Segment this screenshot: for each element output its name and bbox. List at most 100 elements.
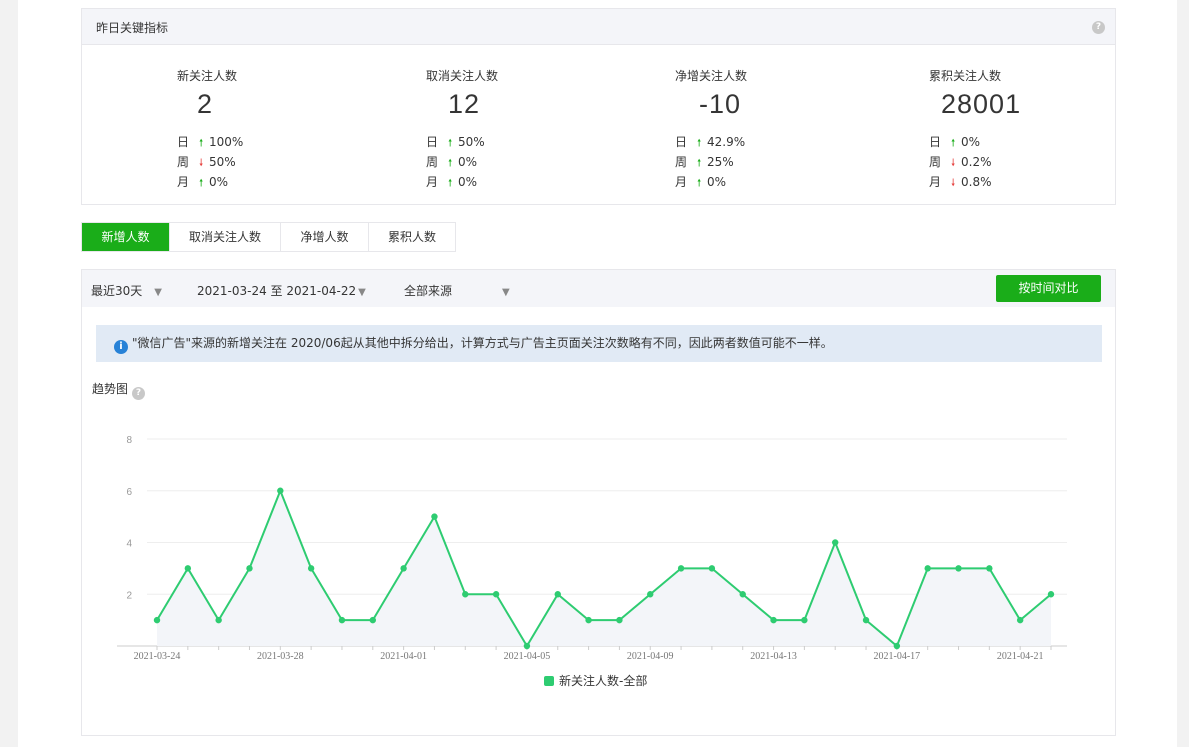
data-point	[585, 616, 592, 624]
data-point	[616, 616, 623, 624]
kpi-net-followers: 净增关注人数 -10 日 🠕 42.9% 周 🠕 25% 月 🠕 0%	[675, 45, 925, 195]
legend-label: 新关注人数-全部	[559, 674, 648, 688]
change-percent: 50%	[458, 135, 485, 149]
data-point	[739, 591, 746, 598]
data-point	[400, 565, 407, 572]
key-metrics-card: 昨日关键指标 ? 新关注人数 2 日 🠕 100% 周 🠗 50% 月 🠕 0% 取消关注人…	[81, 8, 1116, 205]
arrow-up-icon: 🠕	[697, 138, 702, 149]
data-point	[554, 591, 561, 598]
x-tick-label: 2021-03-28	[257, 651, 304, 662]
kpi-change-row: 月 🠗 0.8%	[929, 173, 992, 193]
arrow-up-icon: 🠕	[448, 178, 453, 189]
metric-tabs: 新增人数 取消关注人数 净增人数 累积人数	[81, 222, 456, 252]
data-point	[770, 616, 777, 624]
change-percent: 0%	[209, 175, 229, 189]
period-label: 日	[929, 135, 942, 149]
data-point	[1016, 616, 1024, 624]
data-point	[307, 565, 315, 572]
data-point	[862, 616, 870, 624]
data-point	[647, 591, 654, 598]
kpi-change-row: 日 🠕 100%	[177, 133, 243, 153]
period-label: 月	[675, 175, 688, 189]
x-tick-label: 2021-04-13	[750, 651, 797, 662]
kpi-value: 12	[448, 89, 481, 119]
kpi-change-list: 日 🠕 50% 周 🠕 0% 月 🠕 0%	[426, 133, 485, 193]
data-point	[462, 591, 469, 598]
y-tick-label: 8	[126, 435, 132, 446]
data-point	[708, 565, 716, 572]
tab-cumulative[interactable]: 累积人数	[369, 223, 455, 251]
y-tick-label: 6	[126, 487, 132, 498]
trend-panel: 最近30天 ▼ 2021-03-24 至 2021-04-22 ▼ 全部来源 ▼ 按时…	[81, 269, 1116, 736]
kpi-change-list: 日 🠕 42.9% 周 🠕 25% 月 🠕 0%	[675, 133, 745, 193]
arrow-up-icon: 🠕	[697, 178, 702, 189]
x-tick-label: 2021-04-01	[380, 651, 427, 662]
kpi-label: 取消关注人数	[426, 69, 499, 83]
kpi-change-row: 日 🠕 0%	[929, 133, 992, 153]
help-icon[interactable]: ?	[1092, 21, 1105, 34]
kpi-change-row: 月 🠕 0%	[426, 173, 485, 193]
data-point	[184, 565, 192, 572]
kpi-change-row: 周 🠗 50%	[177, 153, 243, 173]
kpi-label: 新关注人数	[177, 69, 238, 83]
x-tick-label: 2021-04-05	[504, 651, 551, 662]
change-percent: 0.2%	[961, 155, 992, 169]
change-percent: 0%	[707, 175, 727, 189]
period-label: 日	[675, 135, 688, 149]
data-point	[338, 616, 346, 624]
period-label: 周	[177, 155, 190, 169]
arrow-down-icon: 🠗	[199, 158, 204, 169]
period-label: 月	[177, 175, 190, 189]
data-point	[801, 616, 808, 624]
data-point	[215, 616, 222, 624]
arrow-up-icon: 🠕	[199, 178, 204, 189]
period-label: 月	[929, 175, 942, 189]
change-percent: 100%	[209, 135, 244, 149]
tab-unfollowers[interactable]: 取消关注人数	[170, 223, 281, 251]
x-tick-label: 2021-03-24	[134, 651, 181, 662]
x-tick-label: 2021-04-09	[627, 651, 674, 662]
arrow-down-icon: 🠗	[951, 158, 956, 169]
kpi-change-row: 日 🠕 50%	[426, 133, 485, 153]
arrow-up-icon: 🠕	[448, 138, 453, 149]
period-label: 周	[426, 155, 439, 169]
data-point	[893, 642, 901, 650]
change-percent: 0%	[458, 175, 478, 189]
change-percent: 0.8%	[961, 175, 992, 189]
kpi-change-row: 周 🠗 0.2%	[929, 153, 992, 173]
data-point	[924, 565, 931, 572]
kpi-change-list: 日 🠕 0% 周 🠗 0.2% 月 🠗 0.8%	[929, 133, 992, 193]
arrow-down-icon: 🠗	[951, 178, 956, 189]
arrow-up-icon: 🠕	[199, 138, 204, 149]
kpi-change-list: 日 🠕 100% 周 🠗 50% 月 🠕 0%	[177, 133, 243, 193]
change-percent: 0%	[961, 135, 981, 149]
kpi-unfollowers: 取消关注人数 12 日 🠕 50% 周 🠕 0% 月 🠕 0%	[426, 45, 676, 195]
data-point	[369, 616, 376, 624]
kpi-change-row: 周 🠕 25%	[675, 153, 745, 173]
kpi-value: -10	[699, 89, 742, 119]
arrow-up-icon: 🠕	[951, 138, 956, 149]
arrow-up-icon: 🠕	[448, 158, 453, 169]
kpi-total-followers: 累积关注人数 28001 日 🠕 0% 周 🠗 0.2% 月 🠗 0.8%	[929, 45, 1179, 195]
data-point	[832, 539, 839, 546]
data-point	[492, 591, 500, 598]
kpi-label: 净增关注人数	[675, 69, 748, 83]
tab-net-growth[interactable]: 净增人数	[281, 223, 369, 251]
data-point	[153, 616, 161, 624]
data-point	[986, 565, 993, 572]
key-metrics-header: 昨日关键指标 ?	[82, 9, 1115, 45]
y-tick-label: 4	[126, 539, 132, 550]
kpi-new-followers: 新关注人数 2 日 🠕 100% 周 🠗 50% 月 🠕 0%	[177, 45, 427, 195]
change-percent: 25%	[707, 155, 734, 169]
chart-legend[interactable]: 新关注人数-全部	[544, 672, 647, 689]
period-label: 日	[177, 135, 190, 149]
arrow-up-icon: 🠕	[697, 158, 702, 169]
kpi-label: 累积关注人数	[929, 69, 1002, 83]
data-point	[677, 565, 685, 572]
change-percent: 50%	[209, 155, 236, 169]
tab-new-followers[interactable]: 新增人数	[82, 223, 170, 251]
period-label: 周	[675, 155, 688, 169]
period-label: 月	[426, 175, 439, 189]
data-point	[277, 487, 284, 494]
kpi-value: 28001	[941, 89, 1022, 119]
